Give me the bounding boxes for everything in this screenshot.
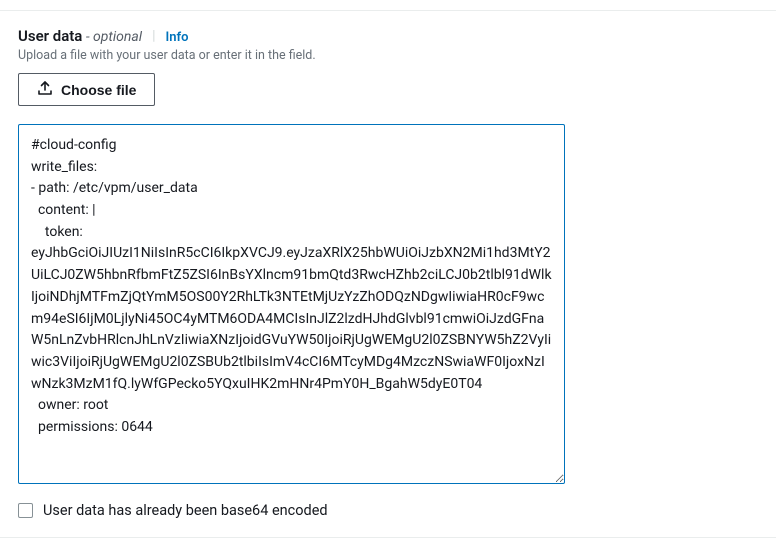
divider: | <box>152 28 155 44</box>
upload-icon <box>37 80 53 99</box>
base64-checkbox-label: User data has already been base64 encode… <box>43 502 328 519</box>
base64-checkbox[interactable] <box>18 503 33 518</box>
info-link[interactable]: Info <box>166 30 189 45</box>
field-description: Upload a file with your user data or ent… <box>18 48 758 63</box>
field-optional-text: - optional <box>86 29 142 45</box>
choose-file-button[interactable]: Choose file <box>18 73 155 106</box>
base64-checkbox-row[interactable]: User data has already been base64 encode… <box>18 502 758 519</box>
user-data-textarea[interactable] <box>18 124 565 484</box>
field-label: User data - optional <box>18 27 142 45</box>
field-header: User data - optional | Info <box>18 27 758 45</box>
choose-file-label: Choose file <box>61 82 136 98</box>
user-data-section: User data - optional | Info Upload a fil… <box>0 10 776 538</box>
field-label-text: User data <box>18 27 82 45</box>
